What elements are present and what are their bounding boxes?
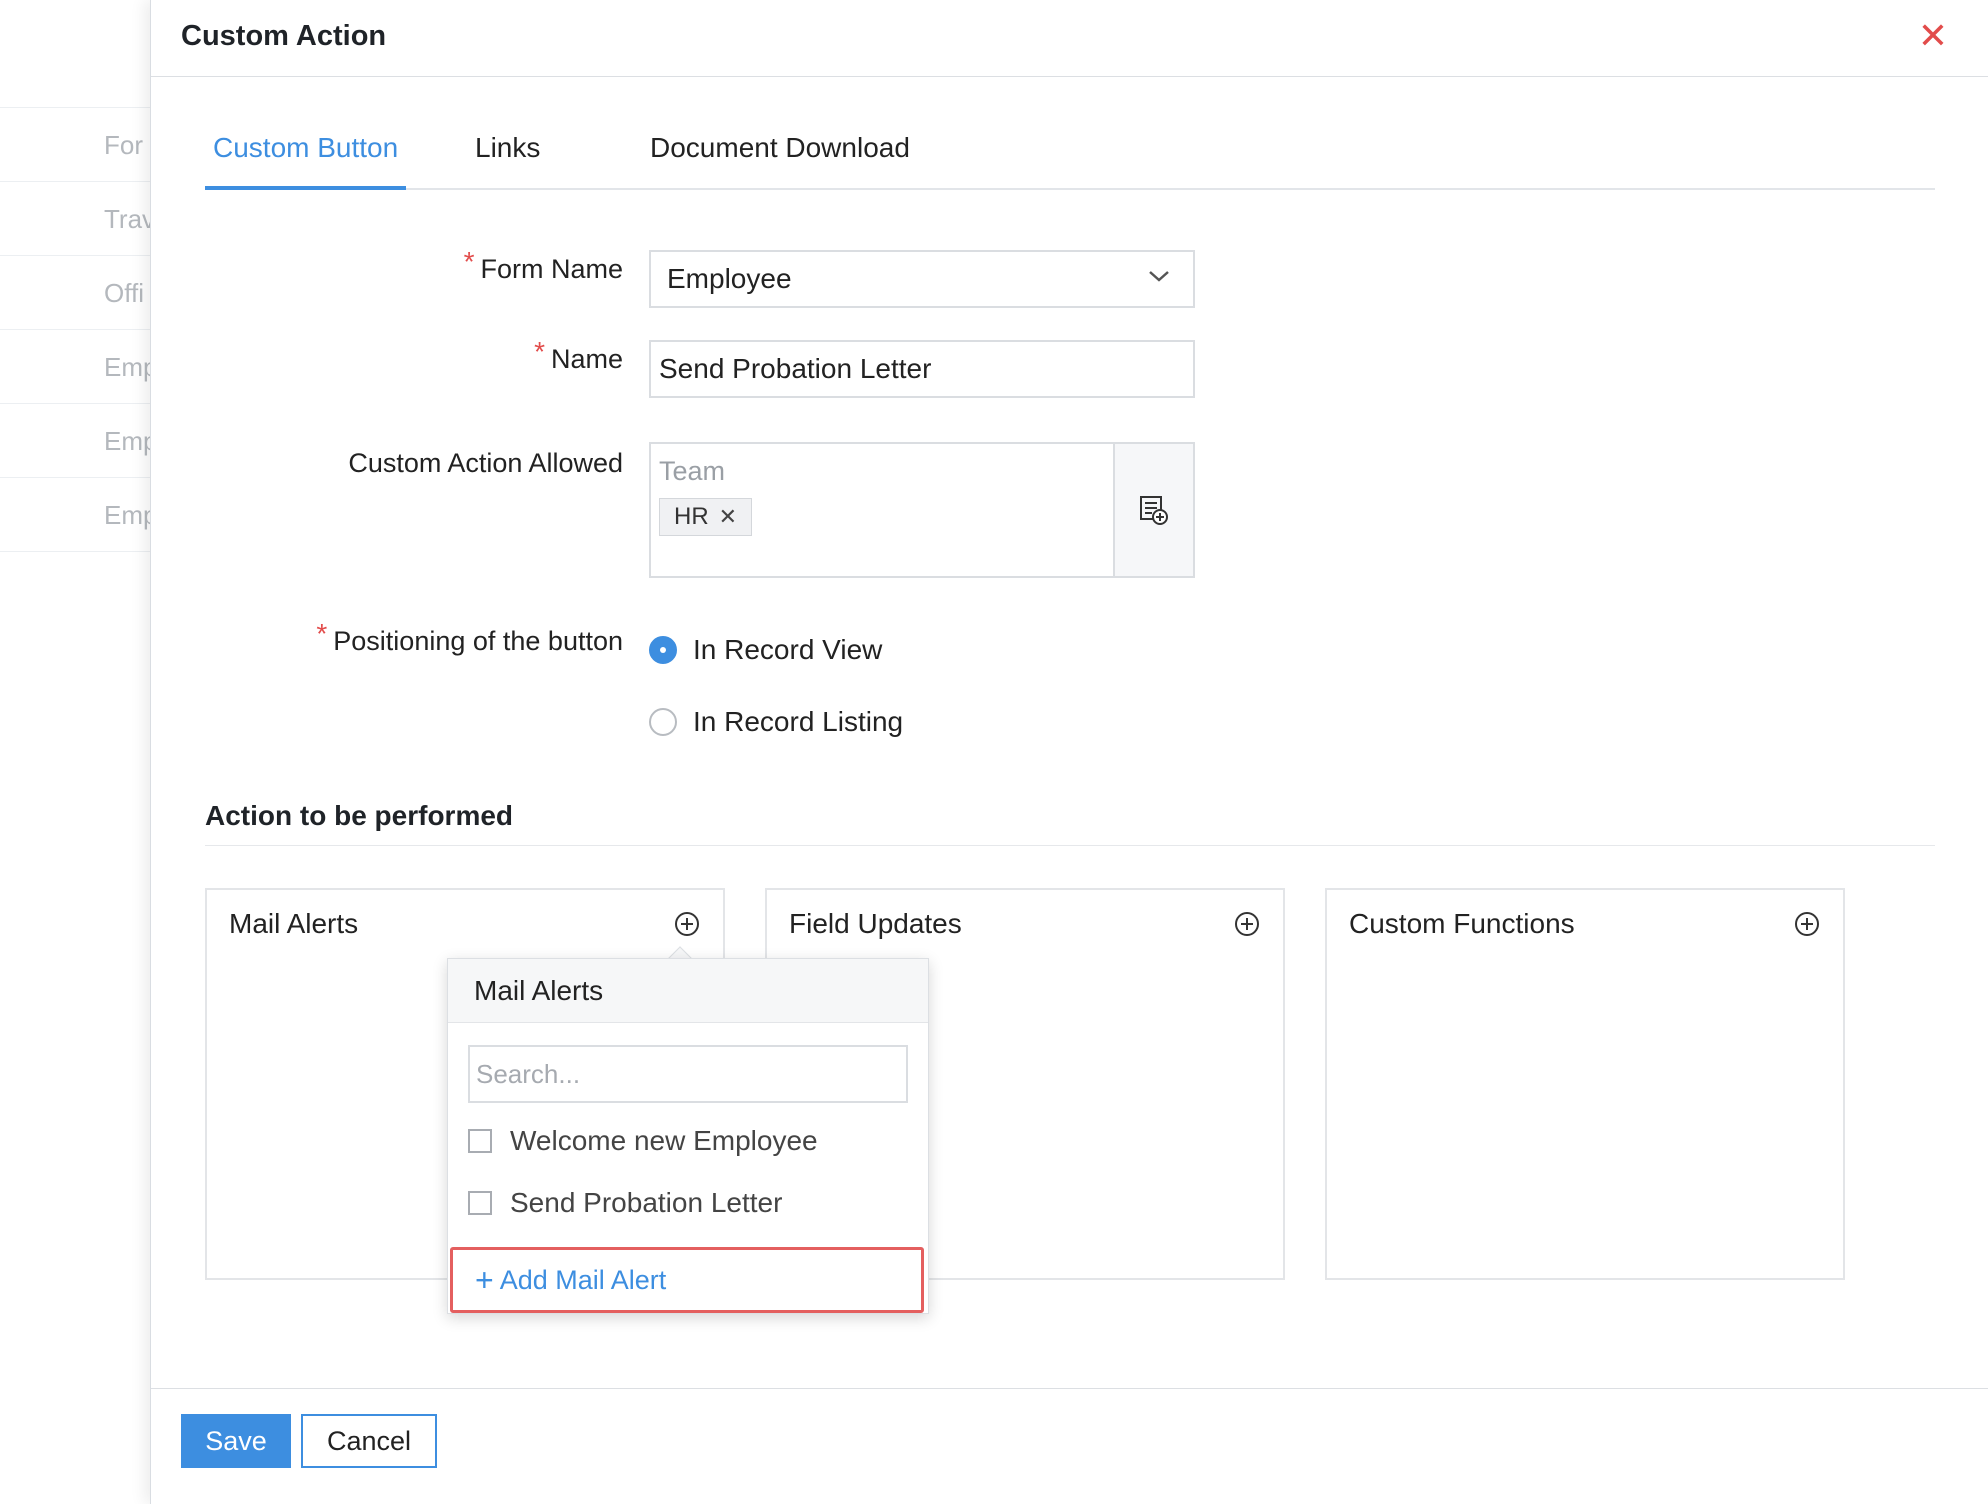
hr-chip: HR ✕	[659, 498, 753, 536]
add-circle-icon[interactable]	[1793, 910, 1821, 938]
background-row: For	[0, 108, 150, 182]
background-page: For Trav Offi Emp Emp Emp	[0, 0, 150, 1504]
team-multiselect[interactable]: Team HR ✕	[649, 442, 1195, 578]
popover-title: Mail Alerts	[448, 959, 928, 1023]
name-label-text: Name	[550, 344, 623, 374]
name-value: Send Probation Letter	[659, 353, 932, 384]
team-placeholder: Team	[659, 456, 726, 486]
tab-links[interactable]: Links	[467, 132, 548, 190]
background-header	[0, 0, 150, 108]
mail-alert-search-input[interactable]	[468, 1045, 908, 1103]
radio-selected-icon	[649, 636, 677, 664]
add-circle-icon[interactable]	[1233, 910, 1261, 938]
tab-document-download[interactable]: Document Download	[642, 132, 918, 190]
mail-alerts-popover: Mail Alerts Welcome new Employee Send Pr…	[447, 958, 929, 1314]
dialog-header: Custom Action ✕	[151, 0, 1988, 77]
custom-action-allowed-label: Custom Action Allowed	[348, 448, 623, 478]
list-add-icon	[1140, 496, 1168, 525]
add-circle-icon[interactable]	[673, 910, 701, 938]
form-name-select[interactable]: Employee	[649, 250, 1195, 308]
background-row: Emp	[0, 478, 150, 552]
mail-alert-option[interactable]: Send Probation Letter	[468, 1187, 782, 1219]
required-asterisk: *	[463, 246, 475, 277]
section-divider	[205, 845, 1935, 846]
actions-section-title: Action to be performed	[205, 800, 514, 831]
radio-in-record-listing[interactable]: In Record Listing	[649, 706, 903, 738]
form-name-label-text: Form Name	[480, 254, 623, 284]
card-title: Mail Alerts	[229, 908, 359, 939]
form-name-value: Employee	[667, 263, 792, 294]
mail-alert-option[interactable]: Welcome new Employee	[468, 1125, 818, 1157]
custom-functions-card: Custom Functions	[1325, 888, 1845, 1280]
positioning-label-text: Positioning of the button	[333, 626, 623, 656]
name-input[interactable]: Send Probation Letter	[649, 340, 1195, 398]
card-title: Custom Functions	[1349, 908, 1575, 939]
chip-label: HR	[674, 503, 709, 530]
radio-unselected-icon	[649, 708, 677, 736]
cancel-button[interactable]: Cancel	[301, 1414, 437, 1468]
close-icon[interactable]: ✕	[1918, 18, 1948, 54]
radio-label: In Record View	[693, 634, 883, 665]
radio-in-record-view[interactable]: In Record View	[649, 634, 882, 666]
custom-action-dialog: Custom Action ✕ Custom Button Links Docu…	[150, 0, 1988, 1504]
form-name-label: * Form Name	[23, 246, 623, 286]
checkbox[interactable]	[468, 1191, 492, 1215]
required-asterisk: *	[534, 336, 545, 367]
positioning-label: * Positioning of the button	[23, 618, 623, 658]
chevron-down-icon	[1149, 271, 1169, 282]
add-mail-alert-button[interactable]: + Add Mail Alert	[450, 1247, 924, 1313]
checkbox[interactable]	[468, 1129, 492, 1153]
radio-label: In Record Listing	[693, 706, 904, 737]
card-title: Field Updates	[789, 908, 962, 939]
tab-custom-button[interactable]: Custom Button	[205, 132, 407, 190]
option-label: Send Probation Letter	[510, 1187, 783, 1218]
background-row: Trav	[0, 182, 150, 256]
add-mail-alert-label: Add Mail Alert	[499, 1264, 667, 1295]
name-label: * Name	[23, 336, 623, 376]
required-asterisk: *	[316, 618, 328, 649]
remove-chip-icon[interactable]: ✕	[719, 504, 737, 529]
tab-bar: Custom Button Links Document Download	[205, 118, 1935, 190]
dialog-title: Custom Action	[181, 20, 387, 52]
dialog-footer: Save Cancel	[151, 1388, 1988, 1504]
save-button[interactable]: Save	[181, 1414, 291, 1468]
plus-icon: +	[475, 1262, 494, 1298]
option-label: Welcome new Employee	[510, 1125, 818, 1156]
add-list-button[interactable]	[1113, 442, 1195, 578]
